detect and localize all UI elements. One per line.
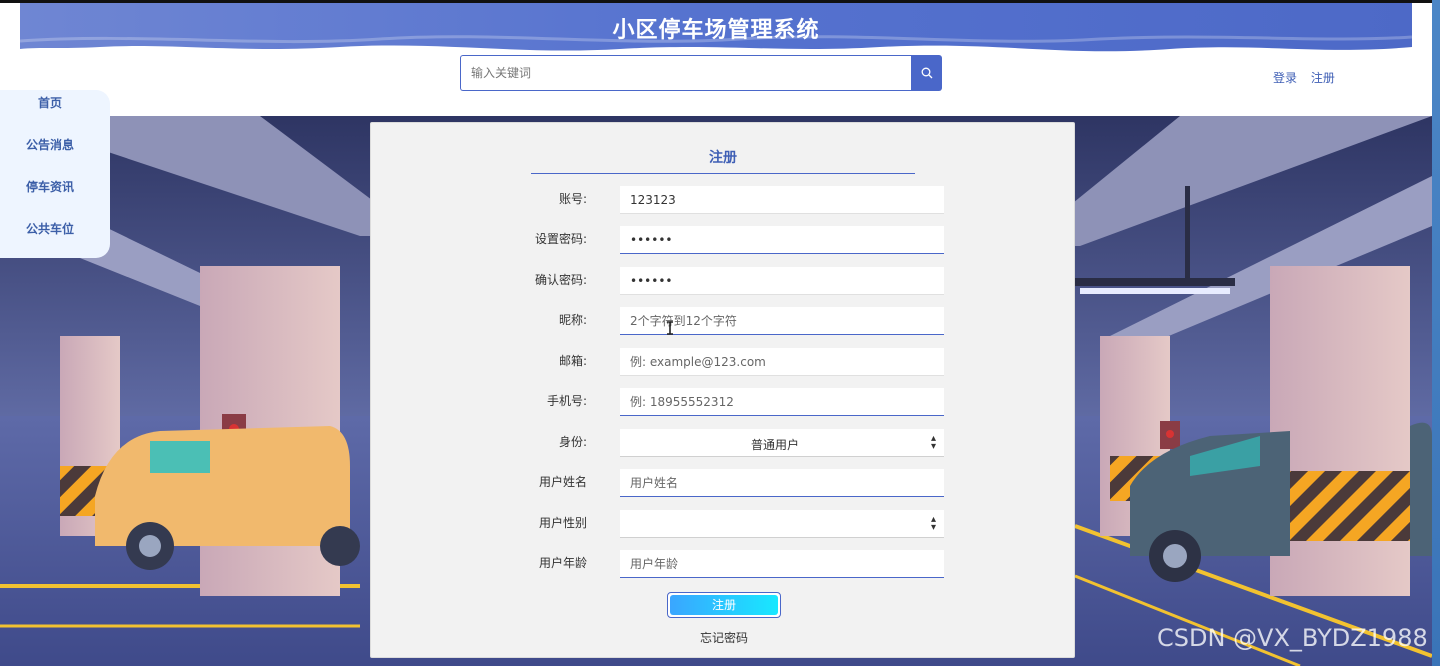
register-submit-button[interactable]: 注册 [667, 592, 781, 618]
role-select[interactable]: 普通用户 ▴ ▾ [620, 429, 944, 457]
phone-input[interactable] [620, 388, 944, 416]
user-name-label: 用户姓名 [538, 475, 587, 489]
user-gender-label: 用户性别 [538, 516, 587, 530]
sidebar-item-home[interactable]: 首页 [0, 94, 100, 111]
sidebar-item-public-spaces[interactable]: 公共车位 [0, 220, 100, 237]
sidebar-item-parking-news[interactable]: 停车资讯 [0, 178, 100, 195]
account-label: 账号: [558, 192, 587, 206]
nickname-label: 昵称: [558, 313, 587, 327]
register-link[interactable]: 注册 [1311, 71, 1335, 85]
email-label: 邮箱: [558, 354, 587, 368]
select-arrows-icon: ▴ ▾ [930, 514, 936, 533]
site-header: 小区停车场管理系统 登录 注册 [0, 0, 1440, 116]
email-input[interactable] [620, 348, 944, 376]
text-cursor-icon [667, 321, 673, 335]
auth-links: 登录 注册 [1273, 69, 1345, 86]
register-submit-label: 注册 [670, 595, 778, 615]
sidebar-item-announcements[interactable]: 公告消息 [0, 136, 100, 153]
user-age-input[interactable] [620, 550, 944, 578]
user-name-input[interactable] [620, 469, 944, 497]
search-icon [921, 67, 932, 79]
confirm-password-label: 确认密码: [534, 273, 587, 287]
account-input[interactable] [620, 186, 944, 214]
role-label: 身份: [558, 435, 587, 449]
sidebar-nav: 首页 公告消息 停车资讯 公共车位 [0, 90, 110, 258]
search-input[interactable] [460, 55, 912, 91]
page-scrollbar[interactable] [1432, 0, 1440, 666]
search-button[interactable] [911, 55, 942, 91]
password-label: 设置密码: [534, 232, 587, 246]
confirm-password-input[interactable] [620, 267, 944, 295]
role-select-value: 普通用户 [750, 438, 799, 452]
form-title-divider [531, 173, 915, 174]
password-input[interactable] [620, 226, 944, 254]
login-link[interactable]: 登录 [1273, 71, 1297, 85]
select-arrows-icon: ▴ ▾ [930, 433, 936, 452]
watermark: CSDN @VX_BYDZ1988 [1157, 624, 1428, 652]
form-title: 注册 [709, 150, 737, 166]
forgot-password-link[interactable]: 忘记密码 [667, 629, 781, 646]
phone-label: 手机号: [546, 394, 587, 408]
register-form-panel: 注册 账号: 设置密码: 确认密码: 昵称: 邮箱: 手机号: 身份: 普通用户… [370, 122, 1075, 658]
site-title: 小区停车场管理系统 [612, 18, 820, 43]
user-age-label: 用户年龄 [538, 556, 587, 570]
gender-select[interactable]: ▴ ▾ [620, 510, 944, 538]
